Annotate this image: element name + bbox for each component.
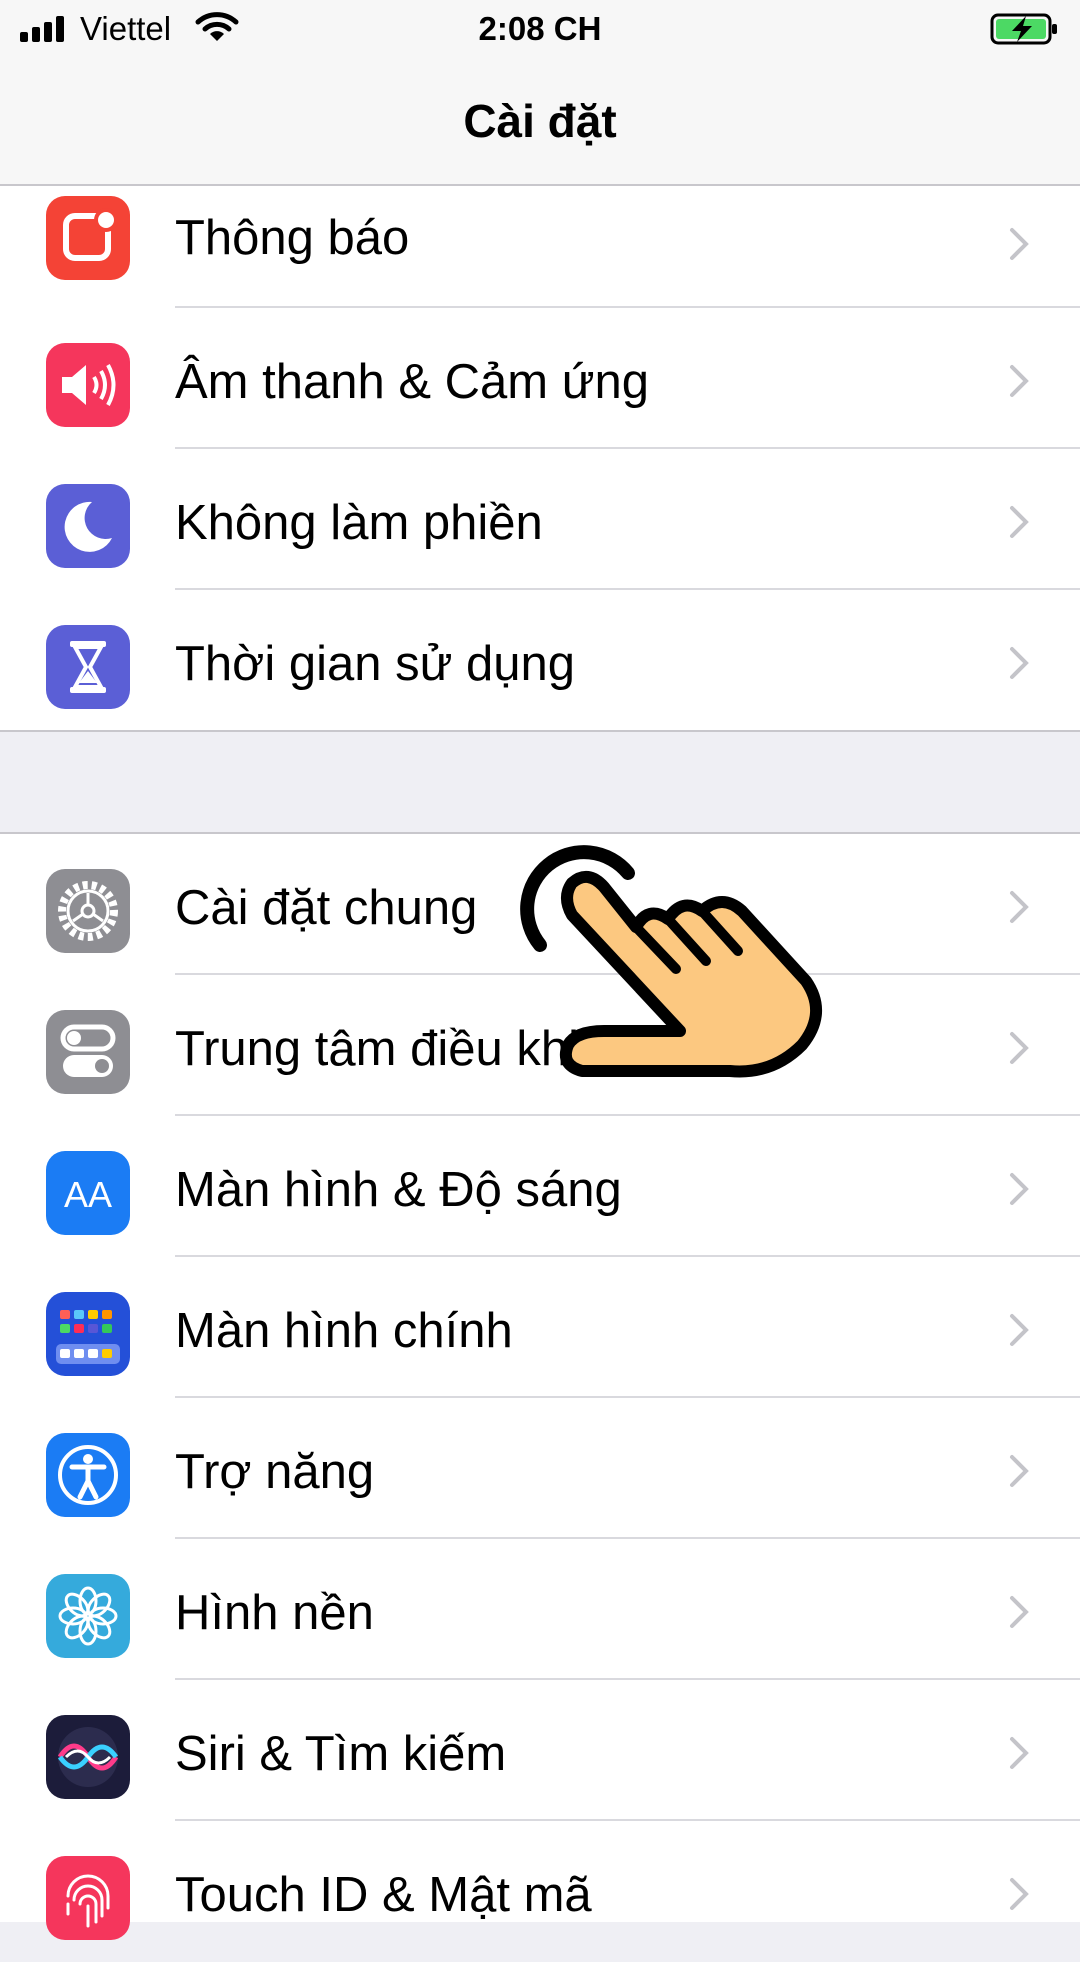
settings-row-label: Touch ID & Mật mã (175, 1868, 592, 1922)
settings-row-siri-search[interactable]: Siri & Tìm kiếm (0, 1680, 1080, 1821)
control-center-icon (46, 1010, 130, 1094)
chevron-right-icon (1010, 1596, 1029, 1628)
settings-row-sounds[interactable]: Âm thanh & Cảm ứng (0, 308, 1080, 449)
fingerprint-icon (46, 1856, 130, 1940)
settings-row-label: Thời gian sử dụng (175, 637, 575, 691)
status-bar: Viettel 2:08 CH (0, 0, 1080, 60)
chevron-right-icon (1010, 365, 1029, 397)
chevron-right-icon (1010, 1173, 1029, 1205)
settings-row-notifications[interactable]: Thông báo (0, 186, 1080, 308)
settings-row-label: Siri & Tìm kiếm (175, 1727, 507, 1781)
home-screen-icon (46, 1292, 130, 1376)
wallpaper-icon (46, 1574, 130, 1658)
accessibility-icon (46, 1433, 130, 1517)
settings-row-label: Cài đặt chung (175, 881, 478, 935)
settings-row-label: Màn hình & Độ sáng (175, 1163, 622, 1217)
settings-row-wallpaper[interactable]: Hình nền (0, 1539, 1080, 1680)
chevron-right-icon (1010, 891, 1029, 923)
svg-text:AA: AA (64, 1174, 112, 1215)
sounds-icon (46, 343, 130, 427)
nav-bar: Cài đặt (0, 60, 1080, 186)
settings-row-accessibility[interactable]: Trợ năng (0, 1398, 1080, 1539)
siri-icon (46, 1715, 130, 1799)
settings-row-home-screen[interactable]: Màn hình chính (0, 1257, 1080, 1398)
chevron-right-icon (1010, 1455, 1029, 1487)
settings-row-label: Thông báo (175, 211, 410, 265)
settings-group-1: Thông báo Âm thanh & Cảm ứng Không làm p… (0, 186, 1080, 732)
settings-row-display-brightness[interactable]: AA Màn hình & Độ sáng (0, 1116, 1080, 1257)
hourglass-icon (46, 625, 130, 709)
battery-charging-icon (990, 13, 1057, 45)
moon-icon (46, 484, 130, 568)
settings-row-label: Âm thanh & Cảm ứng (175, 355, 650, 409)
chevron-right-icon (1010, 647, 1029, 679)
settings-row-screen-time[interactable]: Thời gian sử dụng (0, 590, 1080, 731)
clock: 2:08 CH (478, 10, 602, 47)
chevron-right-icon (1010, 506, 1029, 538)
tap-hand-icon (520, 845, 823, 1078)
settings-row-label: Hình nền (175, 1586, 374, 1640)
chevron-right-icon (1010, 1032, 1029, 1064)
settings-row-label: Trợ năng (175, 1445, 375, 1499)
chevron-right-icon (1010, 1878, 1029, 1910)
gear-icon (46, 869, 130, 953)
settings-row-label: Màn hình chính (175, 1304, 513, 1358)
settings-row-do-not-disturb[interactable]: Không làm phiền (0, 449, 1080, 590)
page-title: Cài đặt (463, 95, 617, 147)
chevron-right-icon (1010, 1737, 1029, 1769)
display-icon: AA (46, 1151, 130, 1235)
settings-row-touch-id[interactable]: Touch ID & Mật mã (0, 1821, 1080, 1962)
notifications-icon (46, 196, 130, 280)
settings-row-label: Không làm phiền (175, 496, 543, 550)
chevron-right-icon (1010, 1314, 1029, 1346)
chevron-right-icon (1010, 228, 1029, 260)
